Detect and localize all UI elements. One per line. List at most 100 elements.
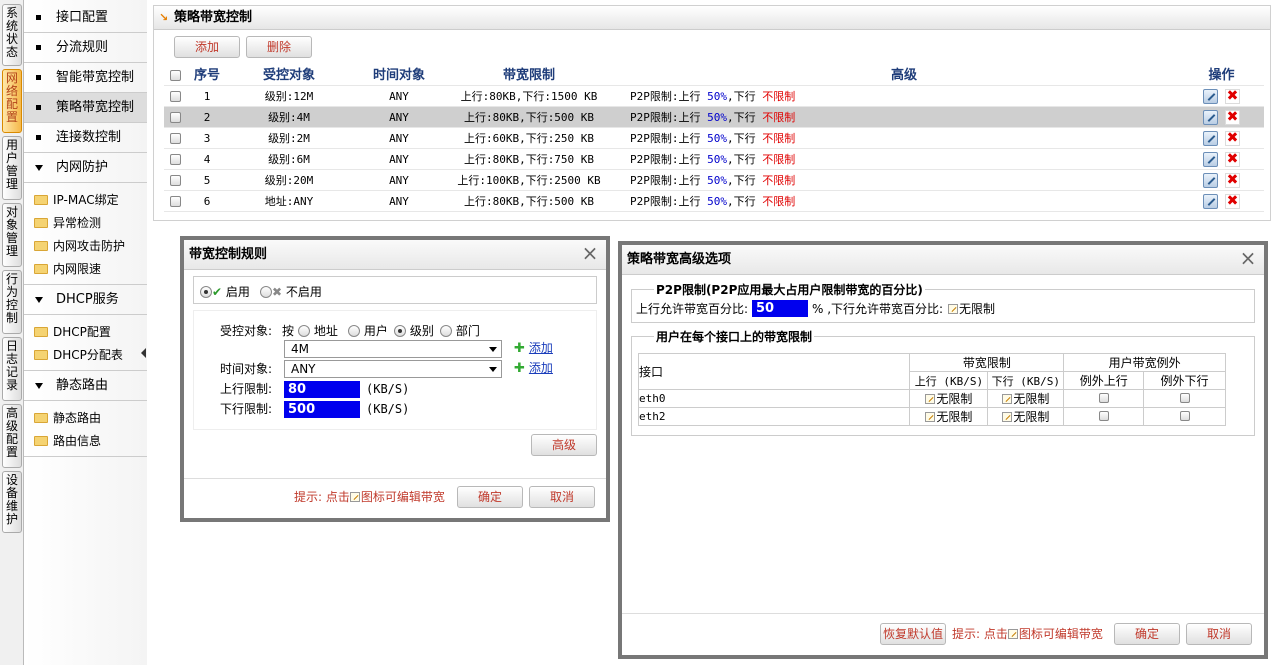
delete-icon[interactable]: ✖ [1225, 131, 1240, 146]
object-select[interactable]: 4M [284, 340, 502, 358]
delete-icon[interactable]: ✖ [1225, 89, 1240, 104]
add-time-link[interactable]: ✚ 添加 [514, 360, 553, 377]
enable-radio[interactable]: ✔ 启用 [200, 283, 250, 300]
sidebar-group-dhcp[interactable]: DHCP服务 [24, 285, 147, 315]
radio-address[interactable]: 地址 [298, 323, 338, 339]
row-checkbox[interactable] [170, 112, 181, 123]
add-button[interactable]: 添加 [174, 36, 240, 58]
row-checkbox[interactable] [170, 133, 181, 144]
sidebar-item-interface-config[interactable]: 接口配置 [24, 3, 147, 33]
edit-icon [1002, 393, 1013, 404]
edit-icon[interactable] [1203, 131, 1218, 146]
sidebar: 接口配置 分流规则 智能带宽控制 策略带宽控制 连接数控制 内网防护 IP-MA… [24, 0, 147, 665]
delete-icon[interactable]: ✖ [1225, 110, 1240, 125]
sidebar-item-static-route[interactable]: 静态路由 [34, 407, 101, 429]
sidebar-item-shunt-rules[interactable]: 分流规则 [24, 33, 147, 63]
add-object-link[interactable]: ✚ 添加 [514, 340, 553, 357]
download-edit[interactable]: 无限制 [987, 389, 1065, 408]
upload-limit-input[interactable]: 80 [284, 381, 360, 398]
tab-network-config[interactable]: 网络配置 [2, 69, 22, 133]
sidebar-item-dhcp-table[interactable]: DHCP分配表 [34, 344, 123, 366]
vertical-tab-bar: 系统状态 网络配置 用户管理 对象管理 行为控制 日志记录 高级配置 设备维护 [0, 0, 24, 665]
delete-icon[interactable]: ✖ [1225, 152, 1240, 167]
edit-icon [925, 393, 936, 404]
tab-advanced-config[interactable]: 高级配置 [2, 404, 22, 468]
row-checkbox[interactable] [170, 196, 181, 207]
chevron-down-icon [35, 383, 43, 389]
arrow-icon: ↘ [159, 11, 169, 24]
edit-icon[interactable] [1203, 89, 1218, 104]
p2p-fieldset: P2P限制(P2P应用最大占用户限制带宽的百分比) 上行允许带宽百分比: 50 … [631, 281, 1255, 323]
restore-default-button[interactable]: 恢复默认值 [880, 623, 946, 645]
folder-icon [34, 435, 48, 446]
sidebar-item-attack-defense[interactable]: 内网攻击防护 [34, 235, 125, 257]
download-edit[interactable]: 无限制 [987, 407, 1065, 426]
sidebar-item-route-info[interactable]: 路由信息 [34, 430, 101, 452]
edit-icon [1007, 628, 1018, 639]
chevron-down-icon [35, 165, 43, 171]
advanced-button[interactable]: 高级 [531, 434, 597, 456]
close-icon[interactable]: × [580, 243, 600, 263]
row-checkbox[interactable] [170, 91, 181, 102]
disable-radio[interactable]: ✖ 不启用 [260, 283, 322, 300]
table-row: eth0 无限制 无限制 [637, 389, 1226, 408]
download-limit-input[interactable]: 500 [284, 401, 360, 418]
upload-edit[interactable]: 无限制 [909, 407, 989, 426]
table-row[interactable]: 4 级别:6M ANY 上行:80KB,下行:750 KB P2P限制:上行 50%,下… [164, 149, 1264, 170]
sidebar-item-policy-bandwidth[interactable]: 策略带宽控制 [24, 93, 147, 123]
edit-icon [925, 411, 936, 422]
upload-edit[interactable]: 无限制 [909, 389, 989, 408]
tab-behavior-control[interactable]: 行为控制 [2, 270, 22, 334]
sidebar-item-connection-limit[interactable]: 连接数控制 [24, 123, 147, 153]
time-select[interactable]: ANY [284, 360, 502, 378]
exception-down-checkbox[interactable] [1179, 410, 1190, 421]
edit-icon[interactable] [1203, 110, 1218, 125]
policy-bandwidth-panel: ↘ 策略带宽控制 添加 删除 序号 受控对象 时间对象 带宽限制 高级 操作 1级… [153, 5, 1271, 221]
edit-icon[interactable] [1203, 173, 1218, 188]
sidebar-item-anomaly[interactable]: 异常检测 [34, 212, 101, 234]
sidebar-item-dhcp-config[interactable]: DHCP配置 [34, 321, 111, 343]
rule-form: 受控对象: 按 地址 用户 级别 部门 4M ✚ 添加 时间对象: ANY ✚ 添加… [193, 310, 597, 430]
exception-up-checkbox[interactable] [1098, 392, 1109, 403]
edit-icon [1002, 411, 1013, 422]
advanced-options-dialog: 策略带宽高级选项 × P2P限制(P2P应用最大占用户限制带宽的百分比) 上行允… [618, 241, 1268, 659]
sidebar-group-static-route[interactable]: 静态路由 [24, 371, 147, 401]
edit-icon[interactable] [1203, 152, 1218, 167]
table-row[interactable]: 2 级别:4M ANY 上行:80KB,下行:500 KB P2P限制:上行 50%,下… [164, 107, 1264, 128]
tab-user-management[interactable]: 用户管理 [2, 136, 22, 200]
tab-object-management[interactable]: 对象管理 [2, 203, 22, 267]
row-checkbox[interactable] [170, 154, 181, 165]
tab-log-records[interactable]: 日志记录 [2, 337, 22, 401]
table-row[interactable]: 1 级别:12M ANY 上行:80KB,下行:1500 KB P2P限制:上行 50%… [164, 86, 1264, 107]
exception-down-checkbox[interactable] [1179, 392, 1190, 403]
collapse-arrow-icon[interactable] [141, 348, 146, 358]
sidebar-item-intranet-rate[interactable]: 内网限速 [34, 258, 101, 280]
delete-button[interactable]: 删除 [246, 36, 312, 58]
tab-system-status[interactable]: 系统状态 [2, 4, 22, 66]
table-row[interactable]: 3 级别:2M ANY 上行:60KB,下行:250 KB P2P限制:上行 50%,下… [164, 128, 1264, 149]
cancel-button[interactable]: 取消 [1186, 623, 1252, 645]
close-icon[interactable]: × [1238, 248, 1258, 268]
table-row: eth2 无限制 无限制 [637, 407, 1226, 426]
sidebar-group-intranet-protection[interactable]: 内网防护 [24, 153, 147, 183]
confirm-button[interactable]: 确定 [457, 486, 523, 508]
delete-icon[interactable]: ✖ [1225, 194, 1240, 209]
confirm-button[interactable]: 确定 [1114, 623, 1180, 645]
row-checkbox[interactable] [170, 175, 181, 186]
radio-level[interactable]: 级别 [394, 323, 434, 339]
exception-up-checkbox[interactable] [1098, 410, 1109, 421]
edit-icon[interactable] [1203, 194, 1218, 209]
table-row[interactable]: 6 地址:ANY ANY 上行:80KB,下行:500 KB P2P限制:上行 50%,… [164, 191, 1264, 212]
tab-device-maintenance[interactable]: 设备维护 [2, 471, 22, 533]
cancel-button[interactable]: 取消 [529, 486, 595, 508]
select-all-checkbox[interactable] [170, 70, 181, 81]
sidebar-item-ip-mac[interactable]: IP-MAC绑定 [34, 189, 119, 211]
sidebar-item-smart-bandwidth[interactable]: 智能带宽控制 [24, 63, 147, 93]
delete-icon[interactable]: ✖ [1225, 173, 1240, 188]
download-percent-edit[interactable]: 无限制 [948, 301, 995, 317]
radio-user[interactable]: 用户 [348, 323, 388, 339]
table-row[interactable]: 5 级别:20M ANY 上行:100KB,下行:2500 KB P2P限制:上行 50… [164, 170, 1264, 191]
upload-percent-input[interactable]: 50 [752, 300, 808, 317]
chevron-down-icon [35, 297, 43, 303]
radio-department[interactable]: 部门 [440, 323, 480, 339]
